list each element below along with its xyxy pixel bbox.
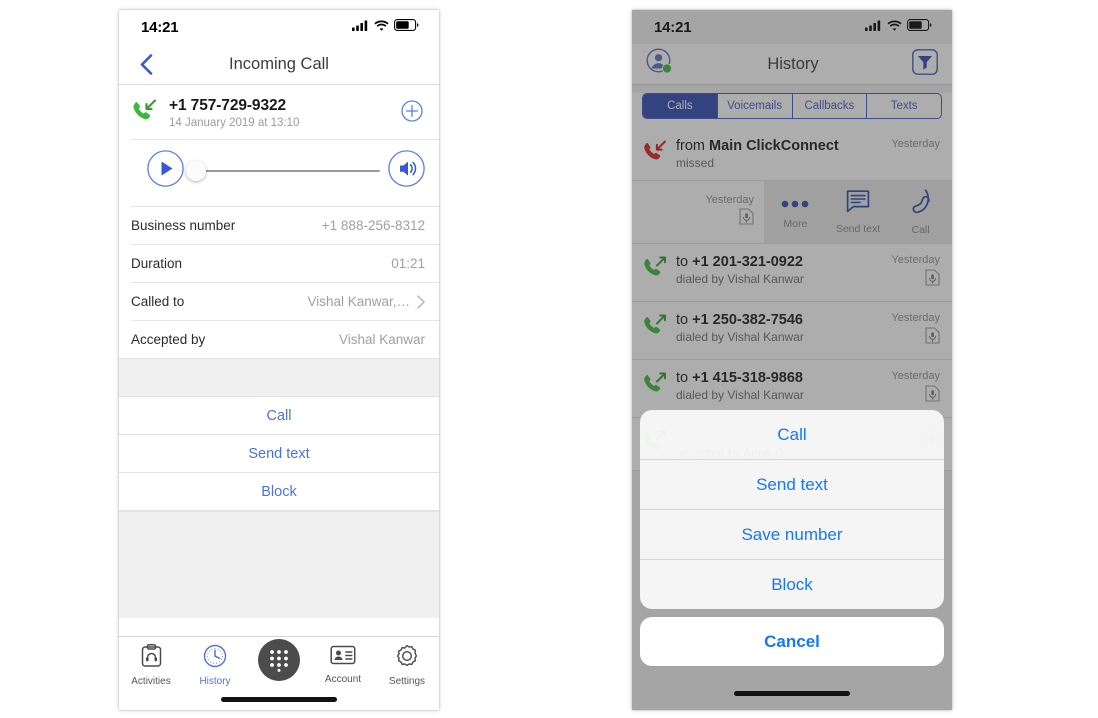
contact-card-icon [330, 644, 356, 671]
row-label: Business number [131, 218, 236, 233]
action-sheet: Call Send text Save number Block Cancel [640, 410, 944, 666]
send-text-button[interactable]: Send text [119, 435, 439, 473]
row-value: 01:21 [391, 256, 425, 271]
tab-history[interactable]: History [183, 644, 247, 687]
play-button[interactable] [147, 150, 184, 192]
table-row: Accepted by Vishal Kanwar [131, 320, 439, 358]
dialpad-icon [258, 639, 300, 681]
row-value: +1 888-256-8312 [321, 218, 425, 233]
battery-icon [394, 18, 419, 36]
recording-player [131, 139, 439, 206]
tab-label: History [199, 676, 231, 687]
call-number: +1 757-729-9322 [169, 97, 287, 114]
sheet-send-text-button[interactable]: Send text [640, 459, 944, 509]
tab-label: Activities [131, 676, 171, 687]
call-detail-rows: Business number +1 888-256-8312 Duration… [119, 206, 439, 358]
home-indicator [734, 691, 850, 696]
tab-account[interactable]: Account [311, 644, 375, 685]
seek-track [204, 170, 380, 172]
add-contact-button[interactable] [401, 99, 425, 127]
phone-screen-history: 14:21 History Calls Voicemails Callbacks… [632, 10, 952, 710]
table-row-called-to[interactable]: Called to Vishal Kanwar,… [131, 282, 439, 320]
activities-icon [140, 644, 163, 673]
seek-thumb[interactable] [186, 161, 206, 181]
incoming-call-icon [131, 98, 161, 128]
table-row: Duration 01:21 [131, 244, 439, 282]
table-row: Business number +1 888-256-8312 [131, 206, 439, 244]
status-bar: 14:21 [119, 10, 439, 44]
row-label: Duration [131, 256, 183, 271]
section-spacer [119, 358, 439, 397]
status-bar-time: 14:21 [141, 18, 179, 36]
action-sheet-group: Call Send text Save number Block [640, 410, 944, 609]
row-label: Called to [131, 294, 185, 309]
chevron-right-icon [417, 294, 425, 309]
clock-icon [203, 644, 227, 673]
row-value: Vishal Kanwar [338, 332, 425, 347]
home-indicator [221, 697, 337, 702]
call-header: +1 757-729-9322 14 January 2019 at 13:10 [119, 85, 439, 139]
seek-slider[interactable] [186, 161, 380, 181]
sheet-call-button[interactable]: Call [640, 410, 944, 459]
tab-dialpad[interactable] [247, 639, 311, 681]
section-spacer-bottom [119, 511, 439, 618]
sheet-cancel-button[interactable]: Cancel [640, 617, 944, 666]
page-title: Incoming Call [229, 54, 329, 73]
gear-icon [395, 644, 419, 673]
sheet-block-button[interactable]: Block [640, 559, 944, 609]
tab-activities[interactable]: Activities [119, 644, 183, 687]
nav-bar: Incoming Call [119, 44, 439, 85]
phone-screen-call-details: 14:21 Incoming Call +1 757-729-9322 14 J… [119, 10, 439, 710]
volume-button[interactable] [388, 150, 425, 192]
block-button[interactable]: Block [119, 473, 439, 511]
tab-settings[interactable]: Settings [375, 644, 439, 687]
call-button[interactable]: Call [119, 397, 439, 435]
tab-label: Account [324, 674, 362, 685]
row-label: Accepted by [131, 332, 206, 347]
cellular-signal-icon [352, 18, 369, 36]
call-datetime: 14 January 2019 at 13:10 [169, 117, 300, 129]
tab-label: Settings [388, 676, 426, 687]
row-value: Vishal Kanwar,… [307, 294, 410, 309]
wifi-icon [374, 18, 389, 36]
back-button[interactable] [135, 53, 157, 75]
sheet-save-number-button[interactable]: Save number [640, 509, 944, 559]
